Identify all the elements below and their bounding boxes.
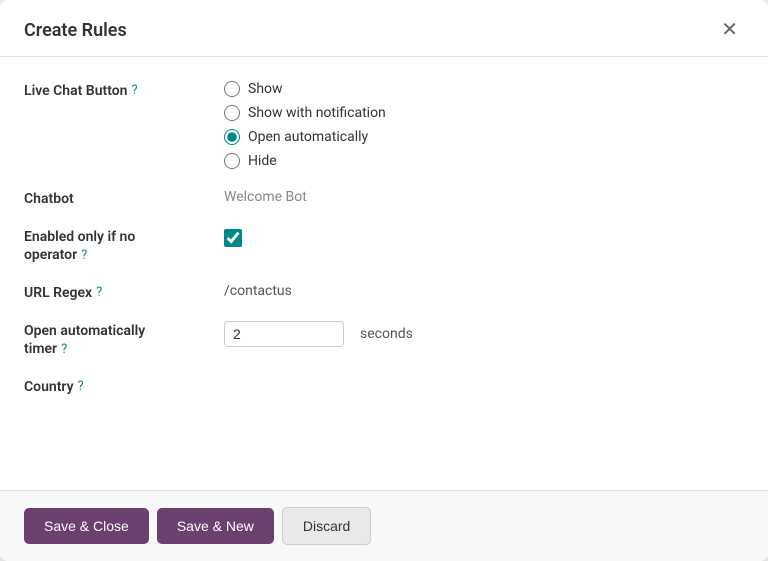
open-auto-timer-field: seconds [224,321,744,347]
chatbot-value: Welcome Bot [224,187,307,205]
live-chat-button-row: Live Chat Button ? Show Show with notifi… [24,81,744,169]
open-auto-timer-input[interactable] [224,321,344,347]
enabled-only-label: Enabled only if no operator ? [24,227,224,263]
live-chat-button-field: Show Show with notification Open automat… [224,81,744,169]
live-chat-button-radio-group: Show Show with notification Open automat… [224,81,744,169]
enabled-only-checkbox[interactable] [224,229,242,247]
radio-open-automatically[interactable]: Open automatically [224,129,744,145]
chatbot-row: Chatbot Welcome Bot [24,189,744,207]
radio-open-automatically-input[interactable] [224,129,240,145]
radio-hide-input[interactable] [224,153,240,169]
discard-button[interactable]: Discard [282,507,371,545]
url-regex-help-icon[interactable]: ? [96,285,102,300]
open-auto-timer-label: Open automatically timer ? [24,321,224,357]
url-regex-row: URL Regex ? /contactus [24,283,744,301]
radio-show-label: Show [248,81,283,97]
country-row: Country ? [24,377,744,395]
radio-open-automatically-label: Open automatically [248,129,368,145]
dialog-body: Live Chat Button ? Show Show with notifi… [0,57,768,490]
radio-show-notification-label: Show with notification [248,105,386,121]
save-close-button[interactable]: Save & Close [24,508,149,544]
radio-show-input[interactable] [224,81,240,97]
chatbot-label: Chatbot [24,189,224,207]
url-regex-field: /contactus [224,283,744,299]
country-help-icon[interactable]: ? [78,379,84,394]
enabled-only-field [224,227,744,247]
save-new-button[interactable]: Save & New [157,508,274,544]
radio-show[interactable]: Show [224,81,744,97]
enabled-only-row: Enabled only if no operator ? [24,227,744,263]
dialog-title: Create Rules [24,20,127,41]
live-chat-button-label: Live Chat Button ? [24,81,224,99]
radio-hide-label: Hide [248,153,277,169]
country-label: Country ? [24,377,224,395]
radio-show-notification[interactable]: Show with notification [224,105,744,121]
dialog-header: Create Rules ✕ [0,0,768,57]
open-auto-timer-unit: seconds [360,326,413,342]
dialog-footer: Save & Close Save & New Discard [0,490,768,561]
enabled-only-help-icon[interactable]: ? [81,248,87,263]
open-auto-timer-row: Open automatically timer ? seconds [24,321,744,357]
radio-show-notification-input[interactable] [224,105,240,121]
close-button[interactable]: ✕ [715,18,744,42]
radio-hide[interactable]: Hide [224,153,744,169]
create-rules-dialog: Create Rules ✕ Live Chat Button ? Show S… [0,0,768,561]
open-auto-timer-help-icon[interactable]: ? [61,342,67,357]
url-regex-label: URL Regex ? [24,283,224,301]
live-chat-button-help-icon[interactable]: ? [132,83,138,98]
url-regex-value: /contactus [224,281,292,299]
enabled-only-checkbox-wrapper [224,227,744,247]
chatbot-field: Welcome Bot [224,189,744,205]
